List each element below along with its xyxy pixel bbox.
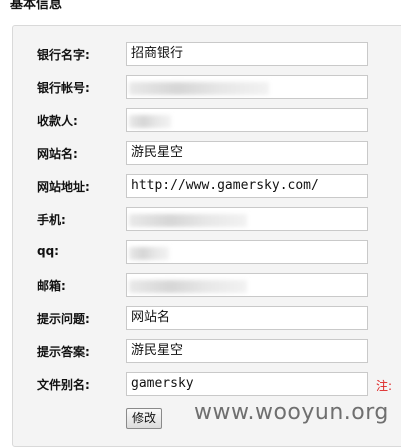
watermark: www.wooyun.org	[194, 400, 389, 425]
site-name-input[interactable]: 游民星空	[126, 141, 368, 165]
phone-label: 手机:	[37, 213, 66, 227]
hint-question-input[interactable]: 网站名	[126, 306, 368, 330]
redacted-value	[129, 214, 247, 227]
form-row-bank-account: 银行帐号:	[13, 75, 401, 101]
hint-question-label: 提示问题:	[37, 312, 90, 326]
redacted-value	[129, 115, 171, 128]
qq-input[interactable]	[126, 240, 368, 264]
hint-answer-input[interactable]: 游民星空	[126, 339, 368, 363]
payee-input[interactable]	[126, 108, 368, 132]
form-row-hint-question: 提示问题: 网站名	[13, 306, 401, 332]
form-row-phone: 手机:	[13, 207, 401, 233]
alias-note: 注:	[376, 379, 393, 393]
form-row-email: 邮箱:	[13, 273, 401, 299]
redacted-value	[129, 82, 269, 95]
file-alias-label: 文件别名:	[37, 378, 90, 392]
bank-name-input[interactable]: 招商银行	[126, 42, 368, 66]
form-row-bank-name: 银行名字: 招商银行	[13, 42, 401, 68]
email-label: 邮箱:	[37, 279, 66, 293]
redacted-value	[129, 280, 247, 293]
basic-info-panel: 银行名字: 招商银行 银行帐号: 收款人: 网站名: 游民星空 网站地址: ht…	[12, 25, 401, 447]
form-row-site-name: 网站名: 游民星空	[13, 141, 401, 167]
form-row-site-url: 网站地址: http://www.gamersky.com/	[13, 174, 401, 200]
form-row-qq: qq:	[13, 240, 401, 266]
form-row-payee: 收款人:	[13, 108, 401, 134]
qq-label: qq:	[37, 244, 59, 258]
bank-name-label: 银行名字:	[37, 48, 90, 62]
form-row-hint-answer: 提示答案: 游民星空	[13, 339, 401, 365]
bank-account-input[interactable]	[126, 75, 368, 99]
email-input[interactable]	[126, 273, 368, 297]
bank-account-label: 银行帐号:	[37, 81, 90, 95]
form-row-file-alias: 文件别名: gamersky 注:	[13, 372, 401, 398]
phone-input[interactable]	[126, 207, 368, 231]
section-title: 基本信息	[10, 0, 63, 12]
site-name-label: 网站名:	[37, 147, 78, 161]
site-url-input[interactable]: http://www.gamersky.com/	[126, 174, 368, 198]
site-url-label: 网站地址:	[37, 180, 90, 194]
file-alias-input[interactable]: gamersky	[126, 372, 368, 396]
hint-answer-label: 提示答案:	[37, 345, 90, 359]
redacted-value	[129, 247, 169, 260]
modify-button[interactable]: 修改	[126, 408, 162, 429]
payee-label: 收款人:	[37, 114, 78, 128]
